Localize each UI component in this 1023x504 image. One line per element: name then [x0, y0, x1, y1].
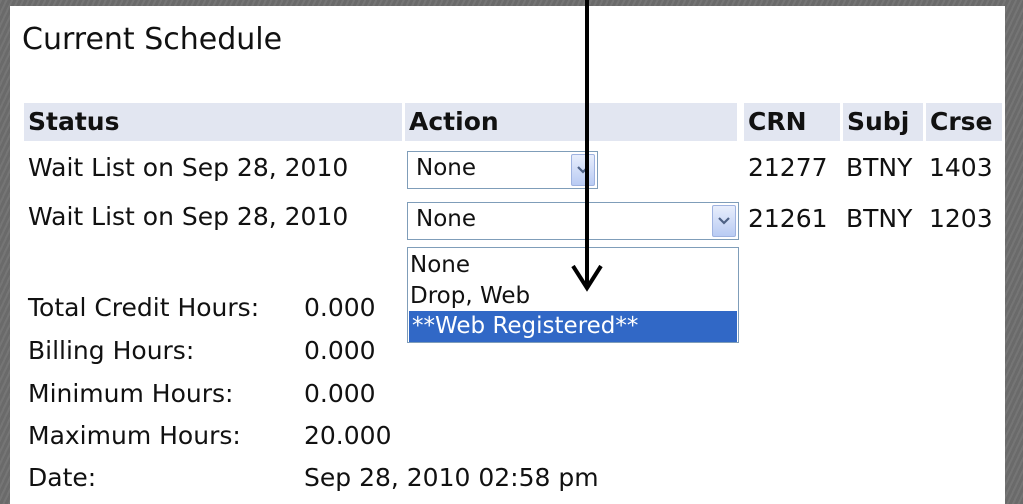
- date-value: Sep 28, 2010 02:58 pm: [304, 463, 599, 492]
- maximum-hours-value: 20.000: [304, 421, 392, 450]
- dropdown-option-none[interactable]: None: [410, 252, 470, 278]
- row1-subj: BTNY: [846, 153, 913, 182]
- total-credit-hours-label: Total Credit Hours:: [28, 293, 260, 322]
- row2-subj: BTNY: [846, 204, 913, 233]
- header-subj: Subj: [843, 103, 923, 141]
- header-crn: CRN: [744, 103, 840, 141]
- row2-crse: 1203: [929, 204, 993, 233]
- page-title: Current Schedule: [22, 22, 283, 57]
- row1-crn: 21277: [748, 153, 828, 182]
- row1-status: Wait List on Sep 28, 2010: [28, 153, 349, 182]
- minimum-hours-label: Minimum Hours:: [28, 379, 234, 408]
- arrow-down-icon: [571, 0, 603, 292]
- dropdown-option-web-registered[interactable]: **Web Registered**: [409, 311, 737, 342]
- dropdown-option-drop-web[interactable]: Drop, Web: [410, 283, 530, 309]
- maximum-hours-label: Maximum Hours:: [28, 421, 241, 450]
- row2-crn: 21261: [748, 204, 828, 233]
- row1-crse: 1403: [929, 153, 993, 182]
- total-credit-hours-value: 0.000: [304, 293, 376, 322]
- row1-action-value: None: [416, 155, 477, 181]
- schedule-panel: Current Schedule Status Action CRN Subj …: [10, 6, 1005, 504]
- row2-status: Wait List on Sep 28, 2010: [28, 202, 349, 231]
- chevron-down-icon[interactable]: [712, 205, 736, 237]
- billing-hours-value: 0.000: [304, 336, 376, 365]
- row2-action-value: None: [416, 206, 477, 232]
- date-label: Date:: [28, 463, 97, 492]
- billing-hours-label: Billing Hours:: [28, 336, 195, 365]
- header-status: Status: [24, 103, 402, 141]
- table-header: Status Action CRN Subj Crse S: [24, 103, 1005, 141]
- minimum-hours-value: 0.000: [304, 379, 376, 408]
- header-crse: Crse: [926, 103, 1002, 141]
